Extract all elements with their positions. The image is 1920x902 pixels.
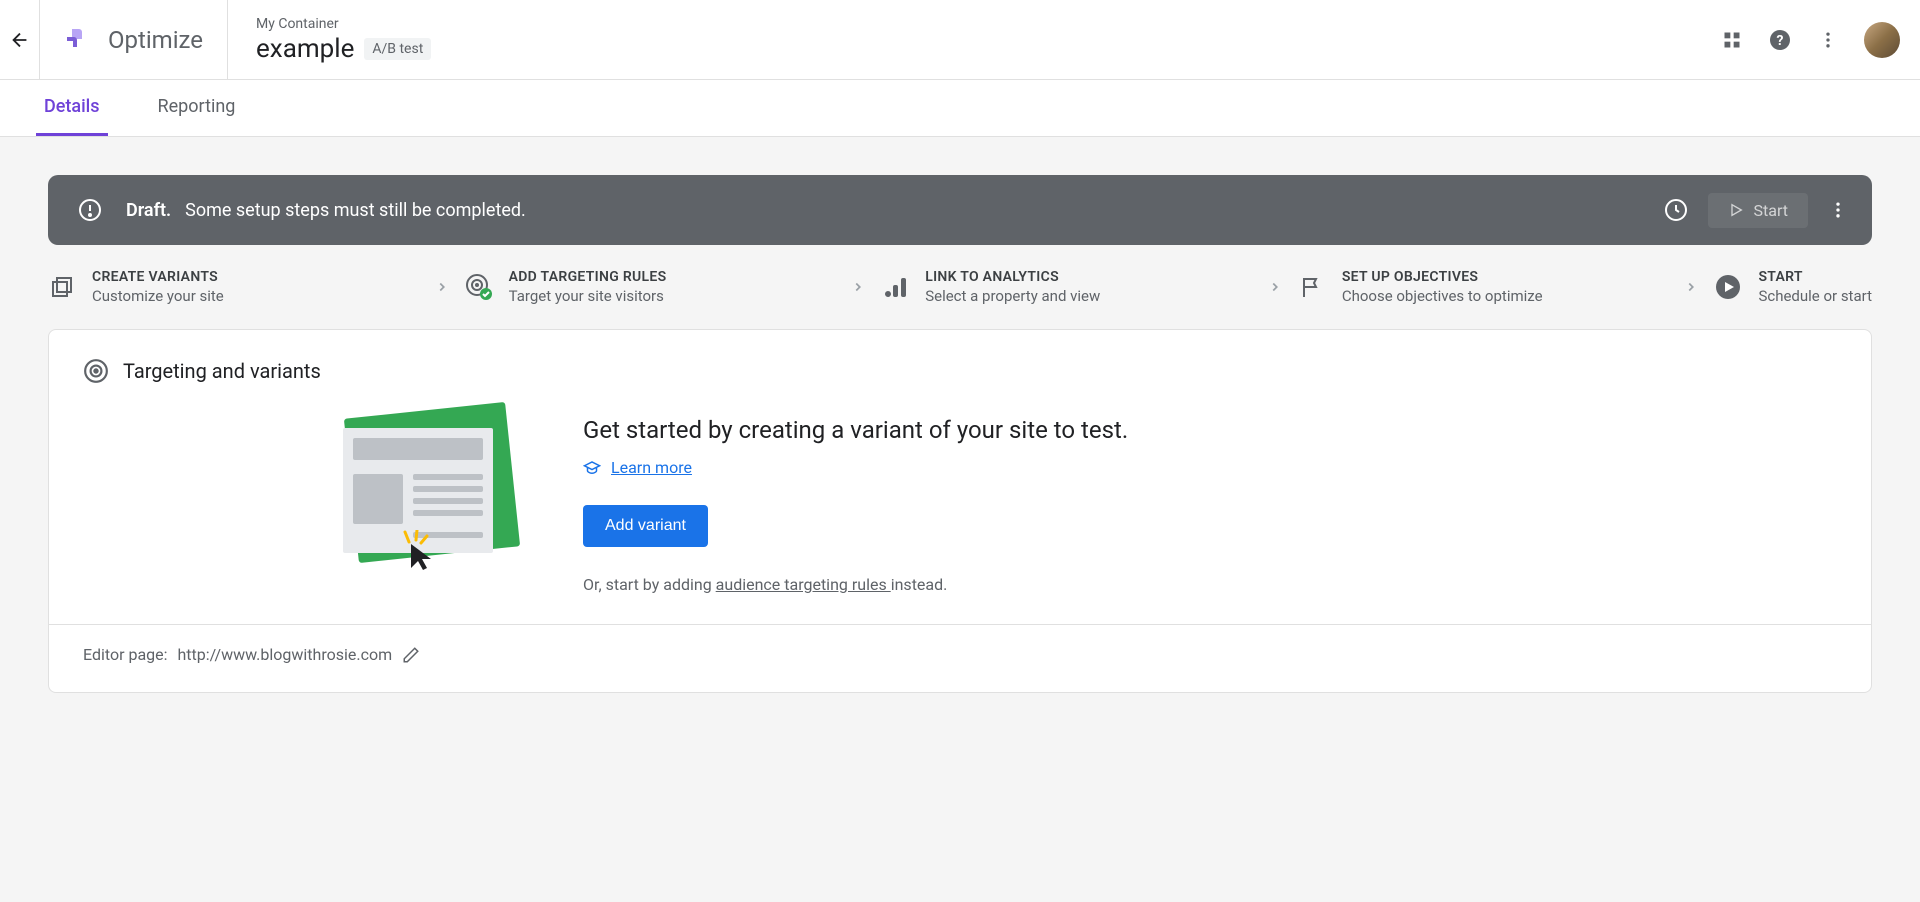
chevron-right-icon [841,280,875,294]
play-icon [1728,202,1744,218]
audience-targeting-link[interactable]: audience targeting rules [716,575,891,594]
editor-page-row: Editor page: http://www.blogwithrosie.co… [49,624,1871,664]
step-targeting-rules[interactable]: ADD TARGETING RULES Target your site vis… [465,269,836,305]
status-label: Draft. [126,200,171,221]
test-type-badge: A/B test [364,38,431,60]
step-start[interactable]: START Schedule or start [1714,269,1872,305]
chevron-right-icon [1258,280,1292,294]
step-subtitle: Target your site visitors [509,287,667,305]
flag-icon [1298,273,1326,301]
tab-details[interactable]: Details [36,80,108,136]
step-subtitle: Customize your site [92,287,224,305]
target-icon [83,358,109,384]
back-arrow-icon [9,29,31,51]
alt-action-text: Or, start by adding audience targeting r… [583,575,1128,594]
step-title: CREATE VARIANTS [92,269,224,285]
svg-text:?: ? [1777,33,1784,49]
more-icon[interactable] [1816,28,1840,52]
app-header: Optimize My Container example A/B test ? [0,0,1920,80]
learn-more-link[interactable]: Learn more [611,458,692,477]
status-bar: Draft. Some setup steps must still be co… [48,175,1872,245]
setup-steps: CREATE VARIANTS Customize your site ADD … [48,245,1872,329]
hero-text: Get started by creating a variant of you… [583,416,1128,444]
step-subtitle: Select a property and view [925,287,1100,305]
tab-reporting[interactable]: Reporting [150,80,244,136]
add-variant-button[interactable]: Add variant [583,505,708,547]
status-message: Some setup steps must still be completed… [185,200,1663,221]
step-objectives[interactable]: SET UP OBJECTIVES Choose objectives to o… [1298,269,1669,305]
container-name: My Container [256,16,431,32]
status-more-icon[interactable] [1828,200,1848,220]
step-title: LINK TO ANALYTICS [925,269,1100,285]
tabs: Details Reporting [0,80,1920,137]
editor-page-label: Editor page: [83,645,167,664]
play-circle-icon [1714,273,1742,301]
step-title: SET UP OBJECTIVES [1342,269,1543,285]
step-link-analytics[interactable]: LINK TO ANALYTICS Select a property and … [881,269,1252,305]
edit-icon[interactable] [402,646,420,664]
start-button-label: Start [1754,201,1788,220]
step-create-variants[interactable]: CREATE VARIANTS Customize your site [48,269,419,305]
start-button[interactable]: Start [1708,193,1808,228]
main-content: Draft. Some setup steps must still be co… [0,137,1920,902]
experiment-title-block: My Container example A/B test [228,16,431,64]
schedule-icon[interactable] [1664,198,1688,222]
alert-icon [78,198,102,222]
variants-icon [48,273,76,301]
graduation-icon [583,459,601,477]
editor-page-url: http://www.blogwithrosie.com [177,645,392,664]
step-subtitle: Schedule or start [1758,287,1872,305]
card-title: Targeting and variants [123,359,321,383]
analytics-icon [881,273,909,301]
apps-icon[interactable] [1720,28,1744,52]
back-button[interactable] [0,0,40,80]
header-actions: ? [1720,22,1900,58]
product-logo-block: Optimize [40,0,228,80]
chevron-right-icon [1674,280,1708,294]
product-name: Optimize [108,26,203,54]
step-subtitle: Choose objectives to optimize [1342,287,1543,305]
variant-illustration [343,410,523,570]
avatar[interactable] [1864,22,1900,58]
step-title: START [1758,269,1872,285]
targeting-card: Targeting and variants [48,329,1872,693]
help-icon[interactable]: ? [1768,28,1792,52]
step-title: ADD TARGETING RULES [509,269,667,285]
experiment-name: example [256,34,354,64]
chevron-right-icon [425,280,459,294]
optimize-logo-icon [64,25,94,55]
target-complete-icon [465,273,493,301]
